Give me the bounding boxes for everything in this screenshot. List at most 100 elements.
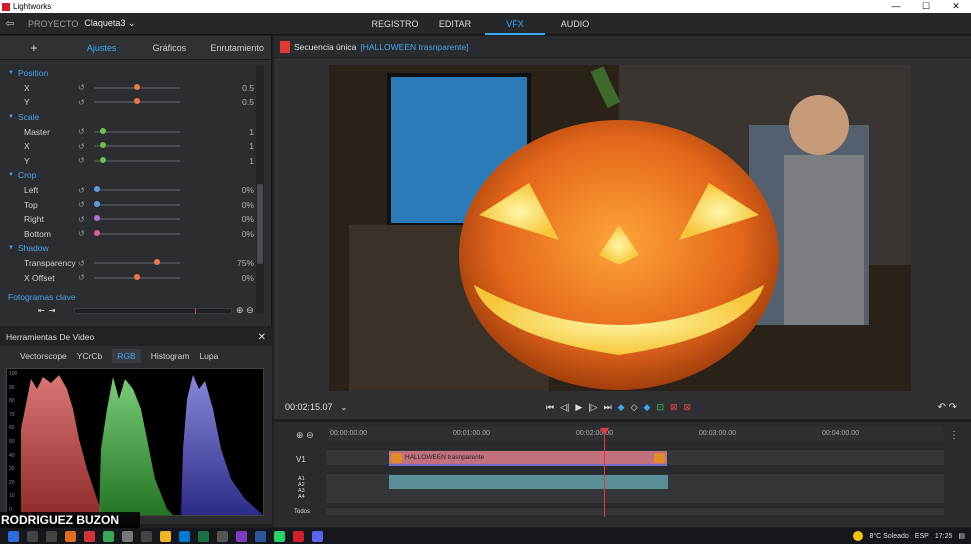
timeline-ruler[interactable]: 00:00:00.00 00:01:00.00 00:02:00.00 00:03:0… <box>328 427 943 441</box>
mark-in-icon[interactable]: ◆ <box>618 402 625 413</box>
go-to-start-icon[interactable]: ⏮ <box>546 402 554 413</box>
lightworks-icon[interactable] <box>293 530 304 542</box>
param-value[interactable]: 1 <box>214 127 254 137</box>
reset-icon[interactable]: ↺ <box>78 142 92 151</box>
next-keyframe-icon[interactable]: ⇥ <box>49 306 56 315</box>
word-icon[interactable] <box>255 530 266 542</box>
param-slider[interactable] <box>94 142 180 149</box>
step-back-icon[interactable]: ◁| <box>560 402 569 413</box>
param-value[interactable]: 0% <box>214 229 254 239</box>
discord-icon[interactable] <box>312 530 323 542</box>
track-all[interactable] <box>326 507 944 515</box>
tab-registro[interactable]: REGISTRO <box>365 13 425 35</box>
collapse-caret-icon[interactable]: ▼ <box>8 172 14 178</box>
reset-icon[interactable]: ↺ <box>78 259 92 268</box>
maximize-icon[interactable]: ☐ <box>911 1 941 12</box>
reset-icon[interactable]: ↺ <box>78 229 92 238</box>
tab-editar[interactable]: EDITAR <box>425 13 485 35</box>
slider-knob[interactable] <box>154 259 160 266</box>
zoom-out-icon[interactable]: ⊖ <box>246 305 254 315</box>
reset-icon[interactable]: ↺ <box>78 273 92 282</box>
tab-enrutamiento[interactable]: Enrutamiento <box>203 43 271 53</box>
app-icon-3[interactable] <box>217 530 228 542</box>
close-icon[interactable]: ✕ <box>941 1 971 12</box>
reset-icon[interactable]: ↺ <box>78 98 92 107</box>
timeline-zoom-out-icon[interactable]: ⊖ <box>306 430 314 440</box>
minimize-icon[interactable]: — <box>881 1 911 12</box>
clear-mark-icon[interactable]: ◇ <box>631 402 638 413</box>
timecode-display[interactable]: 00:02:15.07 ⌄ <box>285 402 348 413</box>
exit-project-icon[interactable]: ⇦ <box>0 17 20 30</box>
timecode-menu-icon[interactable]: ⌄ <box>340 402 348 412</box>
file-explorer-icon[interactable] <box>160 530 171 542</box>
tab-audio[interactable]: AUDIO <box>545 13 605 35</box>
excel-icon[interactable] <box>198 530 209 542</box>
section-label[interactable]: Scale <box>18 112 39 122</box>
keyframe-track[interactable] <box>74 308 232 314</box>
timeline-clip-audio[interactable] <box>389 475 668 489</box>
project-name-dropdown[interactable]: Claqueta3 ⌄ <box>84 18 135 29</box>
collapse-caret-icon[interactable]: ▼ <box>8 245 14 251</box>
track-label-audio[interactable]: A1 A2 A3 A4 <box>298 476 305 500</box>
parameters-scrollbar[interactable] <box>256 66 264 314</box>
app-icon-4[interactable] <box>236 530 247 542</box>
param-slider[interactable] <box>94 186 180 193</box>
scrollbar-thumb[interactable] <box>257 184 263 264</box>
param-slider[interactable] <box>94 98 180 105</box>
playhead-line[interactable] <box>604 431 605 517</box>
param-value[interactable]: 0% <box>214 273 254 283</box>
slider-knob[interactable] <box>94 186 100 193</box>
start-icon[interactable] <box>8 530 19 542</box>
scope-tab-vectorscope[interactable]: Vectorscope <box>20 351 67 361</box>
slider-knob[interactable] <box>94 215 100 222</box>
reset-icon[interactable]: ↺ <box>78 215 92 224</box>
insert-icon[interactable]: ⊠ <box>670 402 678 413</box>
param-value[interactable]: 0% <box>214 200 254 210</box>
param-value[interactable]: 0.5 <box>214 83 254 93</box>
slider-knob[interactable] <box>134 98 140 105</box>
chrome-icon[interactable] <box>103 530 114 542</box>
scope-tab-rgb[interactable]: RGB <box>112 349 141 363</box>
reset-icon[interactable]: ↺ <box>78 156 92 165</box>
param-value[interactable]: 1 <box>214 141 254 151</box>
track-label-v1[interactable]: V1 <box>296 455 306 464</box>
add-keyframe-icon[interactable]: ⊡ <box>656 402 664 413</box>
search-icon[interactable] <box>27 530 38 542</box>
zoom-in-icon[interactable]: ⊕ <box>236 305 244 315</box>
param-slider[interactable] <box>94 127 180 134</box>
param-slider[interactable] <box>94 259 180 266</box>
param-slider[interactable] <box>94 83 180 90</box>
param-value[interactable]: 0% <box>214 214 254 224</box>
undo-icon[interactable]: ↶ <box>937 402 945 413</box>
section-label[interactable]: Crop <box>18 170 36 180</box>
reset-icon[interactable]: ↺ <box>78 83 92 92</box>
timeline-menu-icon[interactable]: ⋮ <box>949 430 959 441</box>
close-panel-icon[interactable]: ✕ <box>258 332 266 343</box>
weather-text[interactable]: 8°C Soleado <box>869 533 908 540</box>
param-value[interactable]: 1 <box>214 156 254 166</box>
param-slider[interactable] <box>94 156 180 163</box>
tab-ajustes[interactable]: Ajustes <box>68 43 136 53</box>
param-slider[interactable] <box>94 273 180 280</box>
reset-icon[interactable]: ↺ <box>78 200 92 209</box>
scope-tab-ycrcb[interactable]: YCrCb <box>77 351 103 361</box>
play-icon[interactable]: ▶ <box>575 402 582 413</box>
slider-knob[interactable] <box>134 83 140 90</box>
param-value[interactable]: 75% <box>214 258 254 268</box>
param-slider[interactable] <box>94 215 180 222</box>
tab-gráficos[interactable]: Gráficos <box>136 43 204 53</box>
timeline-clip-v1[interactable]: HALLOWEEN trasnparente <box>389 451 667 466</box>
param-value[interactable]: 0% <box>214 185 254 195</box>
outlook-icon[interactable] <box>179 530 190 542</box>
slider-knob[interactable] <box>94 200 100 207</box>
replace-icon[interactable]: ⊠ <box>684 402 692 413</box>
tab-vfx[interactable]: VFX <box>485 13 545 35</box>
whatsapp-icon[interactable] <box>274 530 285 542</box>
timeline-zoom-in-icon[interactable]: ⊕ <box>296 430 304 440</box>
app-icon-2[interactable] <box>122 530 133 542</box>
clock[interactable]: 17:25 <box>935 533 953 540</box>
collapse-caret-icon[interactable]: ▼ <box>8 70 14 76</box>
section-label[interactable]: Shadow <box>18 243 49 253</box>
redo-icon[interactable]: ↷ <box>949 402 957 413</box>
reset-icon[interactable]: ↺ <box>78 186 92 195</box>
